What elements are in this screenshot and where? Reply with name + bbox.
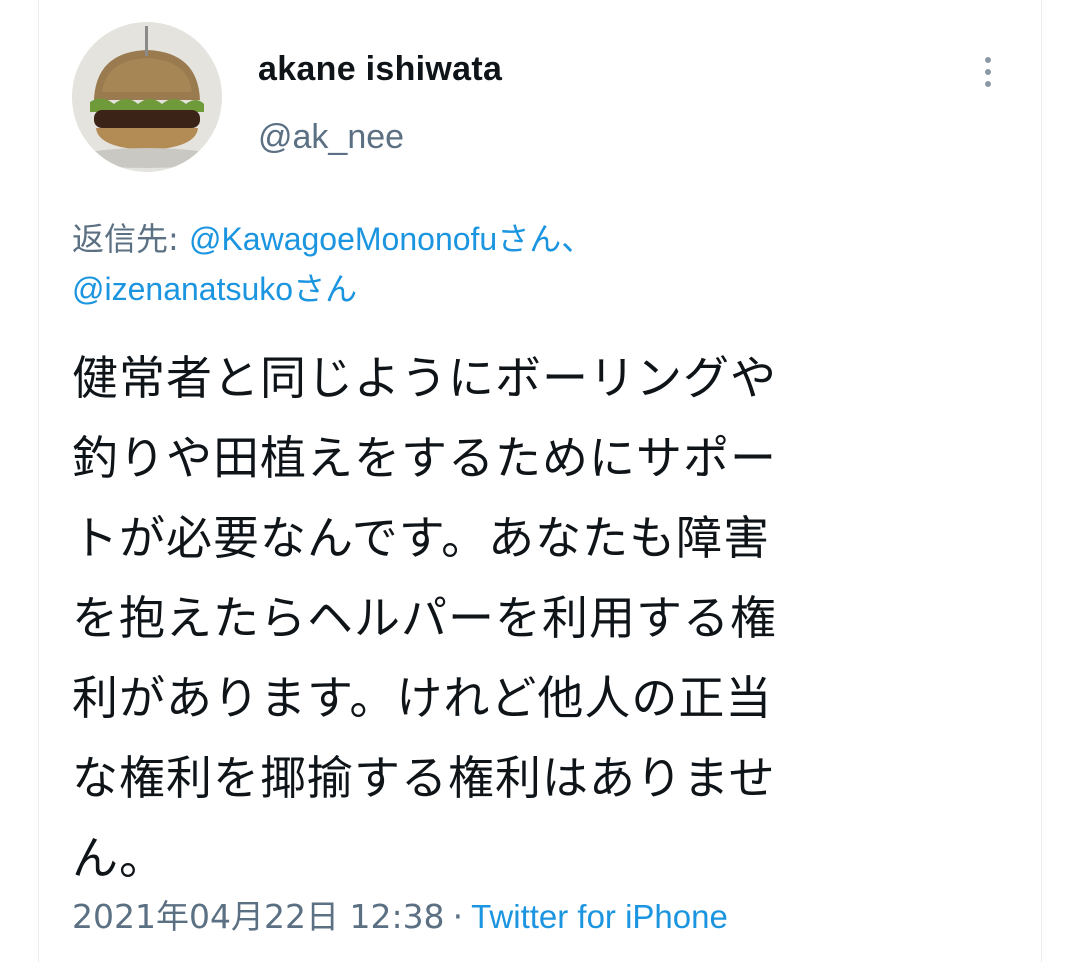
mention-link[interactable]: @izenanatsuko [72, 271, 293, 307]
mention-suffix: さん [293, 270, 358, 308]
tweet-text-line: 健常者と同じようにボーリングや [72, 351, 777, 405]
tweet-text-line: 利があります。けれど他人の正当 [72, 671, 773, 725]
tweet-text-line: ん。 [72, 831, 166, 885]
source-link[interactable]: Twitter for iPhone [471, 898, 728, 935]
timestamp[interactable]: 2021年04月22日 12:38 [72, 897, 445, 936]
avatar[interactable] [72, 22, 222, 172]
mention-suffix: さん、 [497, 220, 594, 258]
reply-to-prefix: 返信先: [72, 220, 189, 258]
reply-to: 返信先: @KawagoeMononofuさん、 @izenanatsukoさん [72, 214, 972, 314]
mention-link[interactable]: @KawagoeMononofu [189, 221, 497, 257]
author-handle[interactable]: @ak_nee [258, 118, 404, 157]
tweet-text: 健常者と同じようにボーリングや 釣りや田植えをするためにサポー トが必要なんです… [72, 338, 1032, 898]
hamburger-avatar-icon [72, 22, 222, 172]
author-display-name[interactable]: akane ishiwata [258, 50, 502, 89]
tweet-text-line: トが必要なんです。あなたも障害 [72, 511, 771, 565]
tweet-text-line: を抱えたらヘルパーを利用する権 [72, 591, 777, 645]
meta-separator: · [452, 897, 464, 936]
tweet-meta: 2021年04月22日 12:38 · Twitter for iPhone [72, 890, 728, 938]
tweet-text-line: 釣りや田植えをするためにサポー [72, 431, 777, 485]
more-options-icon[interactable] [976, 52, 1000, 92]
tweet-text-line: な権利を揶揄する権利はありませ [72, 751, 776, 805]
